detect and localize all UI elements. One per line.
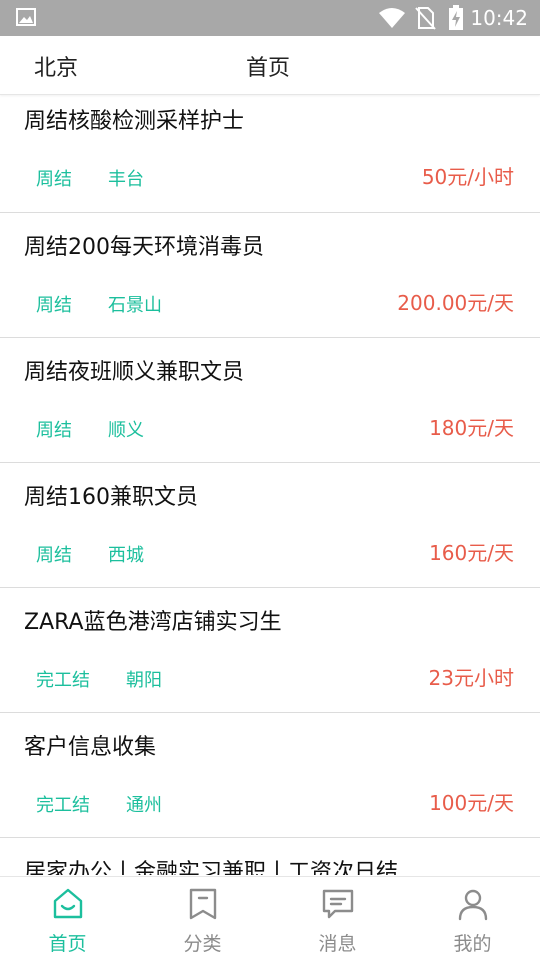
tab-label: 分类 [183, 933, 222, 955]
job-tag-district: 通州 [126, 795, 162, 816]
job-title: 居家办公丨金融实习兼职丨工资次日结 [24, 860, 399, 875]
job-salary: 180元/天 [429, 416, 514, 440]
page-title: 首页 [246, 56, 291, 81]
no-sim-icon [415, 7, 436, 30]
job-item[interactable]: 周结核酸检测采样护士 周结 丰台 50元/小时 [0, 95, 540, 213]
tab-label: 首页 [48, 933, 87, 955]
job-tag-district: 顺义 [108, 420, 144, 441]
job-tags: 完工结 通州 [36, 791, 198, 817]
job-tag-district: 朝阳 [126, 670, 162, 691]
bottom-tab-bar: 首页 分类 消息 我的 [0, 876, 540, 961]
job-item[interactable]: 居家办公丨金融实习兼职丨工资次日结 [0, 838, 540, 875]
job-item[interactable]: 客户信息收集 完工结 通州 100元/天 [0, 713, 540, 838]
wifi-icon [379, 8, 405, 28]
status-time: 10:42 [470, 6, 528, 30]
tab-label: 消息 [318, 933, 357, 955]
status-bar: 10:42 [0, 0, 540, 36]
job-title: 周结200每天环境消毒员 [24, 235, 264, 260]
tab-label: 我的 [453, 933, 492, 955]
job-tag-settlement: 周结 [36, 169, 72, 190]
job-tags: 周结 西城 [36, 541, 180, 567]
job-item[interactable]: 周结夜班顺义兼职文员 周结 顺义 180元/天 [0, 338, 540, 463]
job-title: ZARA蓝色港湾店铺实习生 [24, 610, 282, 635]
job-tag-settlement: 周结 [36, 545, 72, 566]
job-salary: 23元小时 [428, 666, 514, 690]
job-tag-settlement: 周结 [36, 420, 72, 441]
job-item[interactable]: ZARA蓝色港湾店铺实习生 完工结 朝阳 23元小时 [0, 588, 540, 713]
message-icon [322, 889, 353, 919]
tab-home[interactable]: 首页 [0, 877, 135, 961]
job-title: 周结核酸检测采样护士 [24, 109, 245, 134]
job-list[interactable]: 周结核酸检测采样护士 周结 丰台 50元/小时 周结200每天环境消毒员 周结 … [0, 95, 540, 875]
job-title: 客户信息收集 [24, 735, 157, 760]
job-tag-district: 西城 [108, 545, 144, 566]
job-tag-settlement: 周结 [36, 295, 72, 316]
job-tag-settlement: 完工结 [36, 795, 90, 816]
job-tag-settlement: 完工结 [36, 670, 90, 691]
job-tags: 周结 丰台 [36, 165, 180, 191]
tab-category[interactable]: 分类 [135, 877, 270, 961]
bookmark-icon [189, 888, 216, 920]
job-salary: 50元/小时 [421, 165, 514, 189]
job-item[interactable]: 周结200每天环境消毒员 周结 石景山 200.00元/天 [0, 213, 540, 338]
user-icon [458, 889, 487, 921]
job-item[interactable]: 周结160兼职文员 周结 西城 160元/天 [0, 463, 540, 588]
home-icon [53, 888, 82, 919]
battery-charging-icon [449, 5, 463, 30]
job-salary: 200.00元/天 [397, 291, 514, 315]
job-salary: 100元/天 [429, 791, 514, 815]
job-tag-district: 石景山 [108, 295, 162, 316]
job-salary: 160元/天 [429, 541, 514, 565]
job-title: 周结160兼职文员 [24, 485, 198, 510]
top-header: 北京 首页 [0, 36, 540, 95]
job-tags: 周结 石景山 [36, 291, 198, 317]
job-tags: 周结 顺义 [36, 416, 180, 442]
job-tags: 完工结 朝阳 [36, 666, 198, 692]
job-tag-district: 丰台 [108, 169, 144, 190]
tab-profile[interactable]: 我的 [405, 877, 540, 961]
job-title: 周结夜班顺义兼职文员 [24, 360, 245, 385]
tab-messages[interactable]: 消息 [270, 877, 405, 961]
city-selector[interactable]: 北京 [34, 50, 78, 82]
image-notification-icon [16, 8, 36, 26]
